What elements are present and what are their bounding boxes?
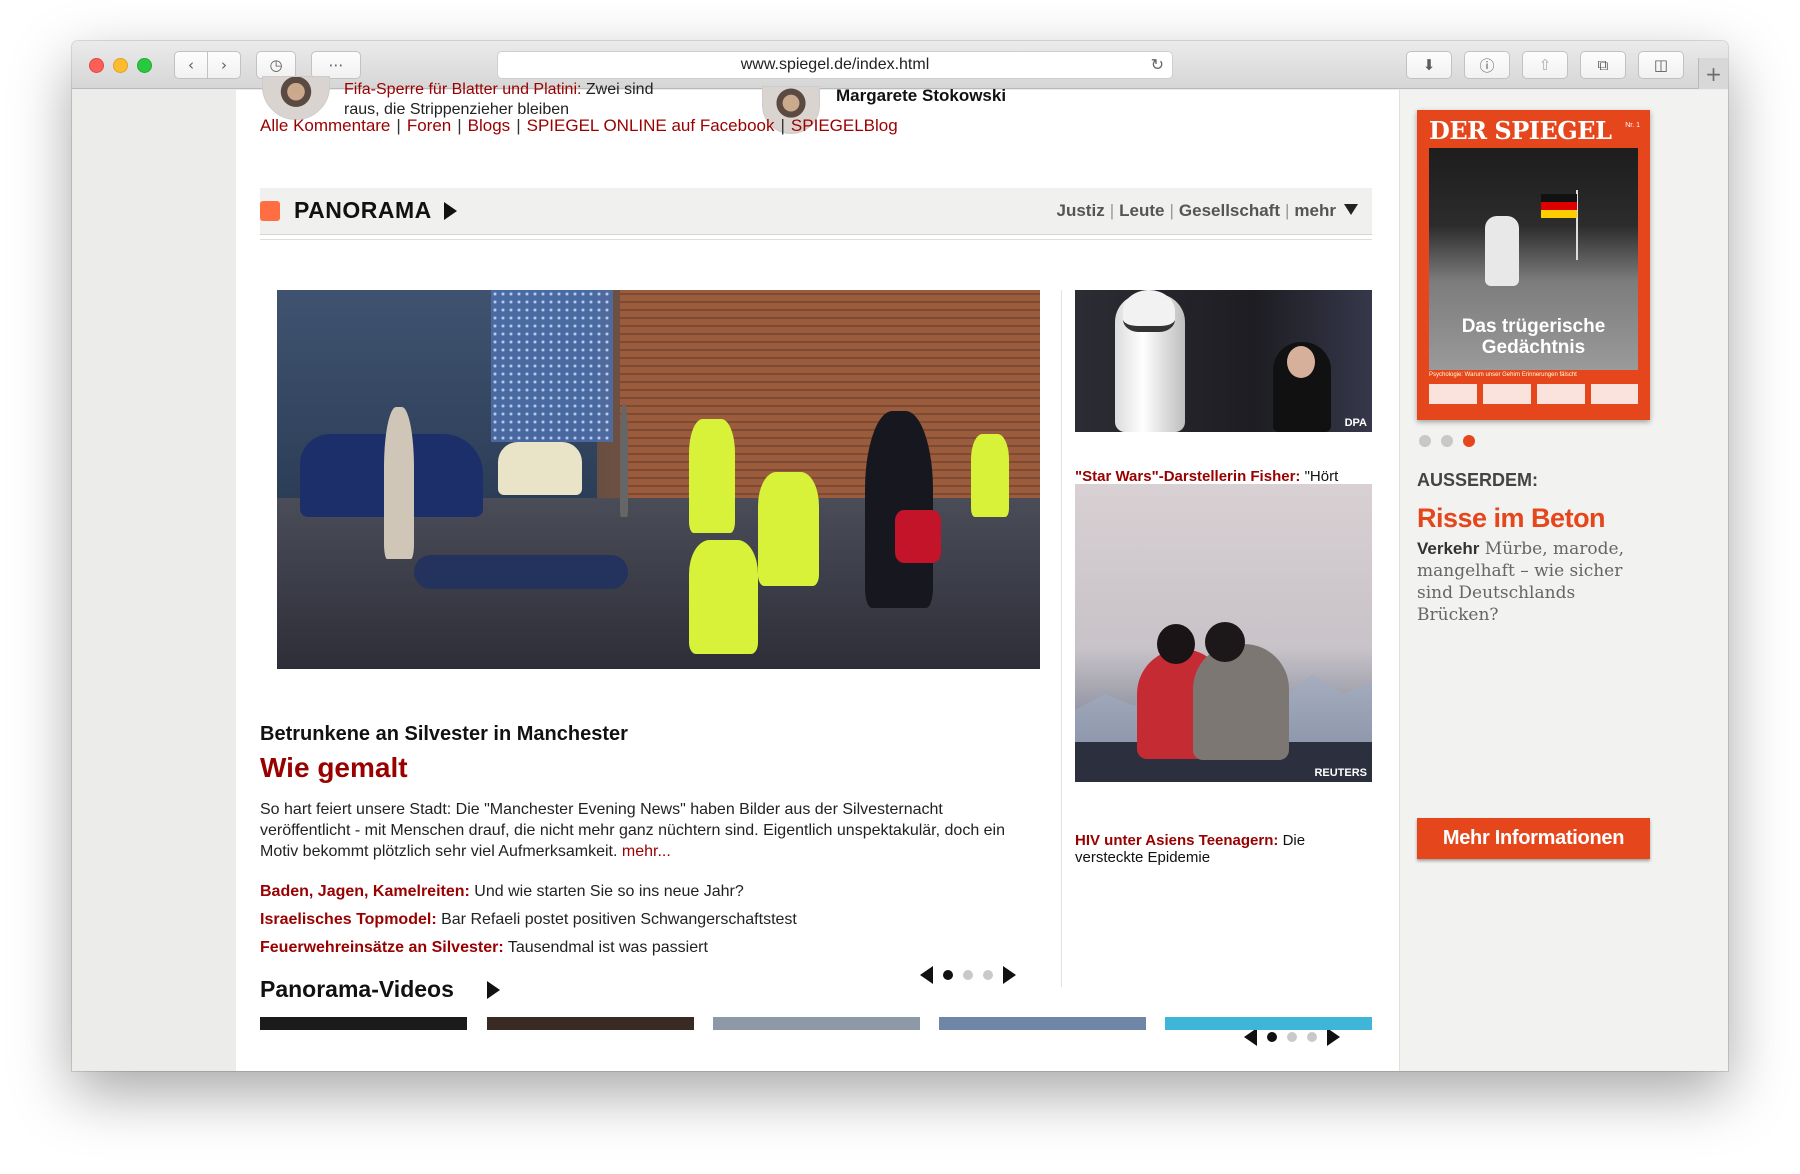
video-thumbnail[interactable] — [713, 1017, 920, 1030]
minimize-window-button[interactable] — [113, 58, 128, 73]
cover-pager — [1419, 435, 1475, 447]
forward-icon[interactable]: › — [207, 51, 241, 79]
side-teaser-head[interactable]: "Star Wars"-Darstellerin Fisher: — [1075, 468, 1300, 485]
next-arrow-icon[interactable] — [1003, 966, 1016, 984]
photo-credit: DPA — [1344, 417, 1367, 429]
related-link[interactable]: Feuerwehreinsätze an Silvester: Tausendm… — [260, 939, 708, 957]
section-title[interactable]: PANORAMA — [294, 197, 432, 224]
lead-kicker[interactable]: Betrunkene an Silvester in Manchester — [260, 723, 628, 746]
comment-links: Alle Kommentare | Foren | Blogs | SPIEGEL ONLI… — [260, 116, 898, 135]
related-text[interactable]: Tausendmal ist was passiert — [508, 939, 708, 956]
grid-icon[interactable]: ⋯ — [311, 51, 361, 79]
related-head[interactable]: Israelisches Topmodel: — [260, 911, 437, 928]
pager-dot-1[interactable] — [943, 970, 953, 980]
link-blogs[interactable]: Blogs — [468, 116, 511, 135]
lead-more-link[interactable]: mehr... — [622, 843, 671, 860]
nav-leute[interactable]: Leute — [1119, 201, 1164, 220]
lead-photo[interactable] — [277, 290, 1040, 669]
videos-title[interactable]: Panorama-Videos — [260, 976, 454, 1003]
cover-columns — [1429, 384, 1638, 404]
section-nav: Justiz | Leute | Gesellschaft | mehr — [1057, 201, 1358, 221]
back-icon[interactable]: ‹ — [174, 51, 208, 79]
link-spiegelblog[interactable]: SPIEGELBlog — [791, 116, 898, 135]
ausserdem-label: AUSSERDEM: — [1417, 470, 1539, 490]
related-link[interactable]: Baden, Jagen, Kamelreiten: Und wie start… — [260, 883, 744, 901]
onepassword-icon[interactable]: ⓘ — [1464, 51, 1510, 79]
teaser-pager — [920, 966, 1016, 984]
cover-subline: Psychologie: Warum unser Gehirn Erinneru… — [1429, 372, 1577, 378]
magazine-story-title[interactable]: Risse im Beton — [1417, 503, 1606, 534]
related-text[interactable]: Und wie starten Sie so ins neue Jahr? — [474, 883, 743, 900]
more-info-button[interactable]: Mehr Informationen — [1417, 818, 1650, 859]
tabs-icon[interactable]: ⧉ — [1580, 51, 1626, 79]
column-divider — [1061, 290, 1062, 987]
video-thumbnail[interactable] — [1165, 1017, 1372, 1030]
cover-dot-1[interactable] — [1419, 435, 1431, 447]
cover-dot-3[interactable] — [1463, 435, 1475, 447]
column-teaser-link[interactable]: Fifa-Sperre für Blatter und Platini: — [344, 81, 581, 98]
share-icon[interactable]: ⇧ — [1522, 51, 1568, 79]
reload-icon[interactable]: ↻ — [1151, 55, 1164, 74]
cover-image: Das trügerische Gedächtnis — [1429, 148, 1638, 370]
cover-issue: Nr. 1 — [1625, 122, 1640, 129]
nav-mehr[interactable]: mehr — [1294, 201, 1336, 220]
download-icon[interactable]: ⬇ — [1406, 51, 1452, 79]
related-head[interactable]: Feuerwehreinsätze an Silvester: — [260, 939, 504, 956]
sidebar-icon[interactable]: ◫ — [1638, 51, 1684, 79]
column-teaser: Fifa-Sperre für Blatter und Platini: Zwe… — [344, 80, 653, 100]
column-teaser-text: Zwei sind — [585, 81, 654, 98]
side-teaser-head[interactable]: HIV unter Asiens Teenagern: — [1075, 832, 1278, 849]
videos-arrow-icon[interactable] — [487, 981, 500, 999]
video-thumbnail[interactable] — [487, 1017, 694, 1030]
related-head[interactable]: Baden, Jagen, Kamelreiten: — [260, 883, 470, 900]
magazine-story-teaser[interactable]: Verkehr Mürbe, marode, mangelhaft – wie … — [1417, 538, 1653, 626]
magazine-story-kicker: Verkehr — [1417, 539, 1480, 558]
lead-headline[interactable]: Wie gemalt — [260, 752, 408, 784]
plus-icon[interactable]: + — [1698, 58, 1728, 89]
history-icon[interactable]: ◷ — [256, 51, 296, 79]
pager-dot-3[interactable] — [1307, 1032, 1317, 1042]
side-photo-hiv[interactable]: REUTERS — [1075, 484, 1372, 782]
zoom-window-button[interactable] — [137, 58, 152, 73]
author-name[interactable]: Margarete Stokowski — [836, 86, 1006, 106]
side-photo-starwars[interactable]: DPA — [1075, 290, 1372, 432]
related-text[interactable]: Bar Refaeli postet positiven Schwangersc… — [441, 911, 797, 928]
pager-dot-2[interactable] — [1287, 1032, 1297, 1042]
link-alle-kommentare[interactable]: Alle Kommentare — [260, 116, 390, 135]
prev-arrow-icon[interactable] — [1244, 1028, 1257, 1046]
dropdown-arrow-icon[interactable] — [1344, 204, 1358, 215]
video-thumbnail[interactable] — [260, 1017, 467, 1030]
cover-headline: Das trügerische Gedächtnis — [1461, 316, 1606, 358]
next-arrow-icon[interactable] — [1327, 1028, 1340, 1046]
photo-credit: REUTERS — [1314, 767, 1367, 779]
side-teaser[interactable]: HIV unter Asiens Teenagern: Die versteck… — [1075, 832, 1365, 866]
section-arrow-icon[interactable] — [444, 202, 457, 220]
prev-arrow-icon[interactable] — [920, 966, 933, 984]
pager-dot-3[interactable] — [983, 970, 993, 980]
url-text: www.spiegel.de/index.html — [740, 56, 930, 73]
related-link[interactable]: Israelisches Topmodel: Bar Refaeli poste… — [260, 911, 797, 929]
pager-dot-1[interactable] — [1267, 1032, 1277, 1042]
pager-dot-2[interactable] — [963, 970, 973, 980]
cover-masthead: DER SPIEGEL — [1429, 116, 1612, 145]
nav-justiz[interactable]: Justiz — [1057, 201, 1105, 220]
video-thumbnail[interactable] — [939, 1017, 1146, 1030]
address-bar[interactable]: www.spiegel.de/index.html ↻ — [497, 51, 1173, 79]
close-window-button[interactable] — [89, 58, 104, 73]
lead-teaser: So hart feiert unsere Stadt: Die "Manche… — [260, 799, 1030, 862]
link-facebook[interactable]: SPIEGEL ONLINE auf Facebook — [527, 116, 775, 135]
nav-gesellschaft[interactable]: Gesellschaft — [1179, 201, 1280, 220]
videos-pager — [1244, 1028, 1340, 1046]
link-foren[interactable]: Foren — [407, 116, 451, 135]
cover-dot-2[interactable] — [1441, 435, 1453, 447]
magazine-cover[interactable]: DER SPIEGEL Nr. 1 Das trügerische Gedäch… — [1417, 110, 1650, 420]
section-square-icon — [260, 201, 280, 221]
section-header: PANORAMA Justiz | Leute | Gesellschaft | mehr — [260, 188, 1372, 240]
